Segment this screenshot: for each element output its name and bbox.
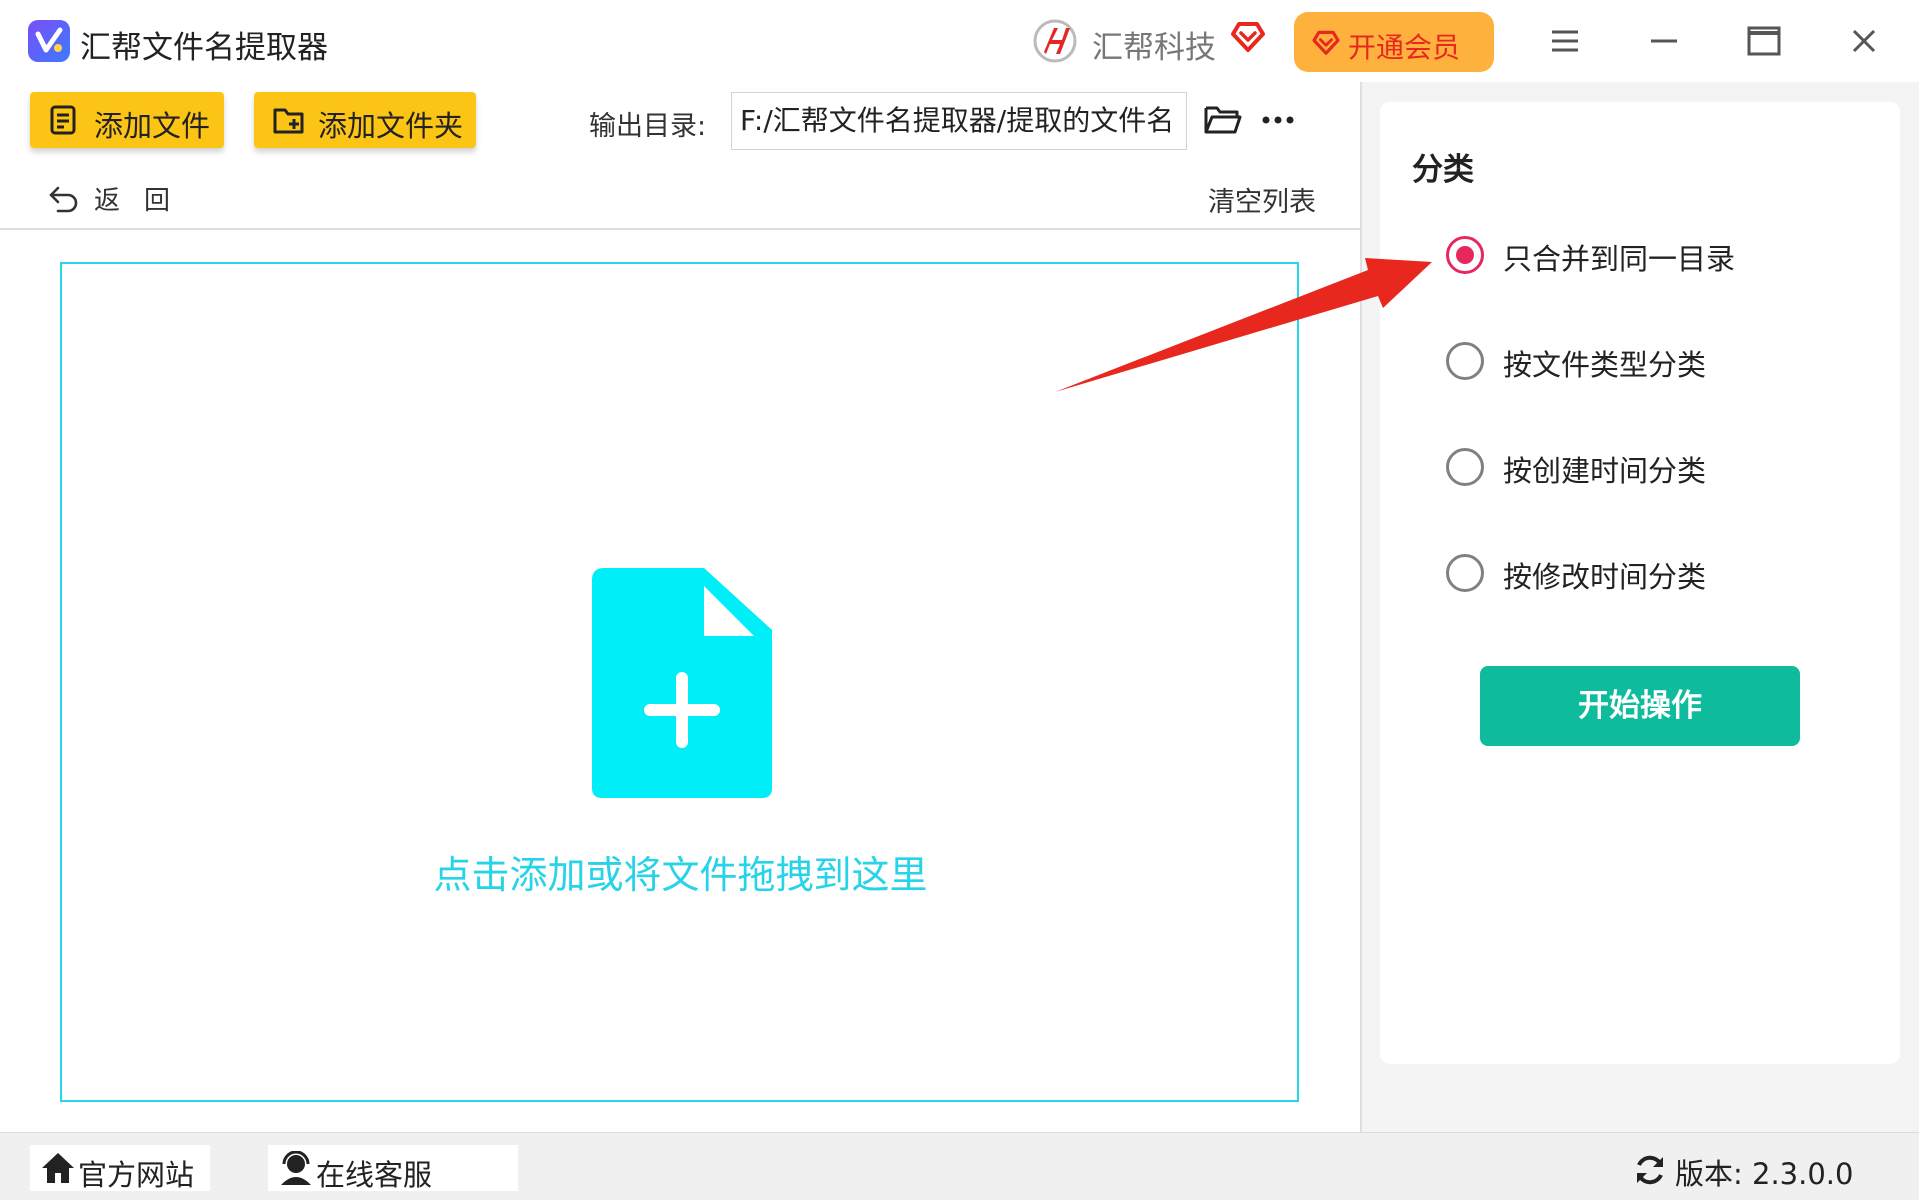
folder-open-icon[interactable]	[1203, 102, 1243, 138]
radio-button[interactable]	[1446, 342, 1484, 380]
website-link[interactable]: 官方网站	[30, 1145, 210, 1192]
clear-list-button[interactable]: 清空列表	[1208, 180, 1316, 219]
vip-button[interactable]: 开通会员	[1294, 12, 1494, 72]
diamond-heart-icon	[1312, 30, 1340, 55]
drop-hint-text: 点击添加或将文件拖拽到这里	[433, 853, 928, 897]
website-label: 官方网站	[78, 1158, 195, 1192]
add-file-button[interactable]: 添加文件	[30, 92, 224, 148]
app-logo-icon	[28, 20, 70, 62]
radio-button[interactable]	[1446, 554, 1484, 592]
support-link[interactable]: 在线客服	[268, 1145, 518, 1192]
headset-user-icon	[281, 1151, 311, 1185]
status-bar: 官方网站 在线客服 版本: 2.3.0.0	[0, 1132, 1919, 1200]
add-folder-label: 添加文件夹	[318, 109, 464, 143]
version-info: 版本: 2.3.0.0	[1633, 1151, 1873, 1191]
output-dir-label: 输出目录:	[589, 111, 707, 142]
panel-divider	[1360, 82, 1362, 1132]
add-folder-button[interactable]: 添加文件夹	[254, 92, 476, 148]
home-icon	[42, 1153, 74, 1183]
vip-button-label: 开通会员	[1348, 31, 1461, 64]
toolbar: 添加文件 添加文件夹 输出目录: F:/汇帮文件名提取器/提取的文件名 返回 清…	[0, 82, 1360, 230]
toolbar-divider	[0, 228, 1360, 230]
more-dots-icon[interactable]	[1258, 102, 1298, 138]
back-label: 返回	[94, 186, 195, 216]
hamburger-menu-icon[interactable]	[1542, 18, 1588, 64]
radio-label: 按文件类型分类	[1503, 348, 1707, 382]
radio-button[interactable]	[1446, 236, 1484, 274]
close-icon[interactable]	[1841, 18, 1887, 64]
brand-logo-icon	[1033, 19, 1077, 63]
start-button[interactable]: 开始操作	[1480, 666, 1800, 746]
undo-arrow-icon	[49, 186, 78, 213]
folder-plus-icon	[273, 108, 304, 134]
radio-label: 按创建时间分类	[1503, 454, 1707, 488]
radio-label: 按修改时间分类	[1503, 560, 1707, 594]
radio-button[interactable]	[1446, 448, 1484, 486]
document-list-icon	[50, 105, 76, 135]
minimize-icon[interactable]	[1641, 18, 1687, 64]
diamond-heart-icon[interactable]	[1228, 16, 1268, 56]
title-bar: 汇帮文件名提取器 汇帮科技 开通会员	[0, 0, 1919, 80]
section-title: 分类	[1412, 152, 1474, 188]
brand-name: 汇帮科技	[1092, 30, 1216, 66]
annotation-arrow	[1055, 258, 1432, 392]
options-card: 分类 只合并到同一目录 按文件类型分类 按创建时间分类 按修改时间分类 开始操作	[1380, 102, 1900, 1064]
file-plus-icon	[592, 568, 772, 798]
version-label: 版本: 2.3.0.0	[1675, 1157, 1854, 1191]
support-label: 在线客服	[316, 1158, 433, 1192]
radio-label: 只合并到同一目录	[1503, 242, 1736, 276]
app-title: 汇帮文件名提取器	[80, 30, 328, 66]
output-dir-field[interactable]: F:/汇帮文件名提取器/提取的文件名	[731, 92, 1187, 150]
refresh-icon	[1637, 1155, 1663, 1185]
add-file-label: 添加文件	[94, 109, 211, 143]
maximize-icon[interactable]	[1741, 18, 1787, 64]
